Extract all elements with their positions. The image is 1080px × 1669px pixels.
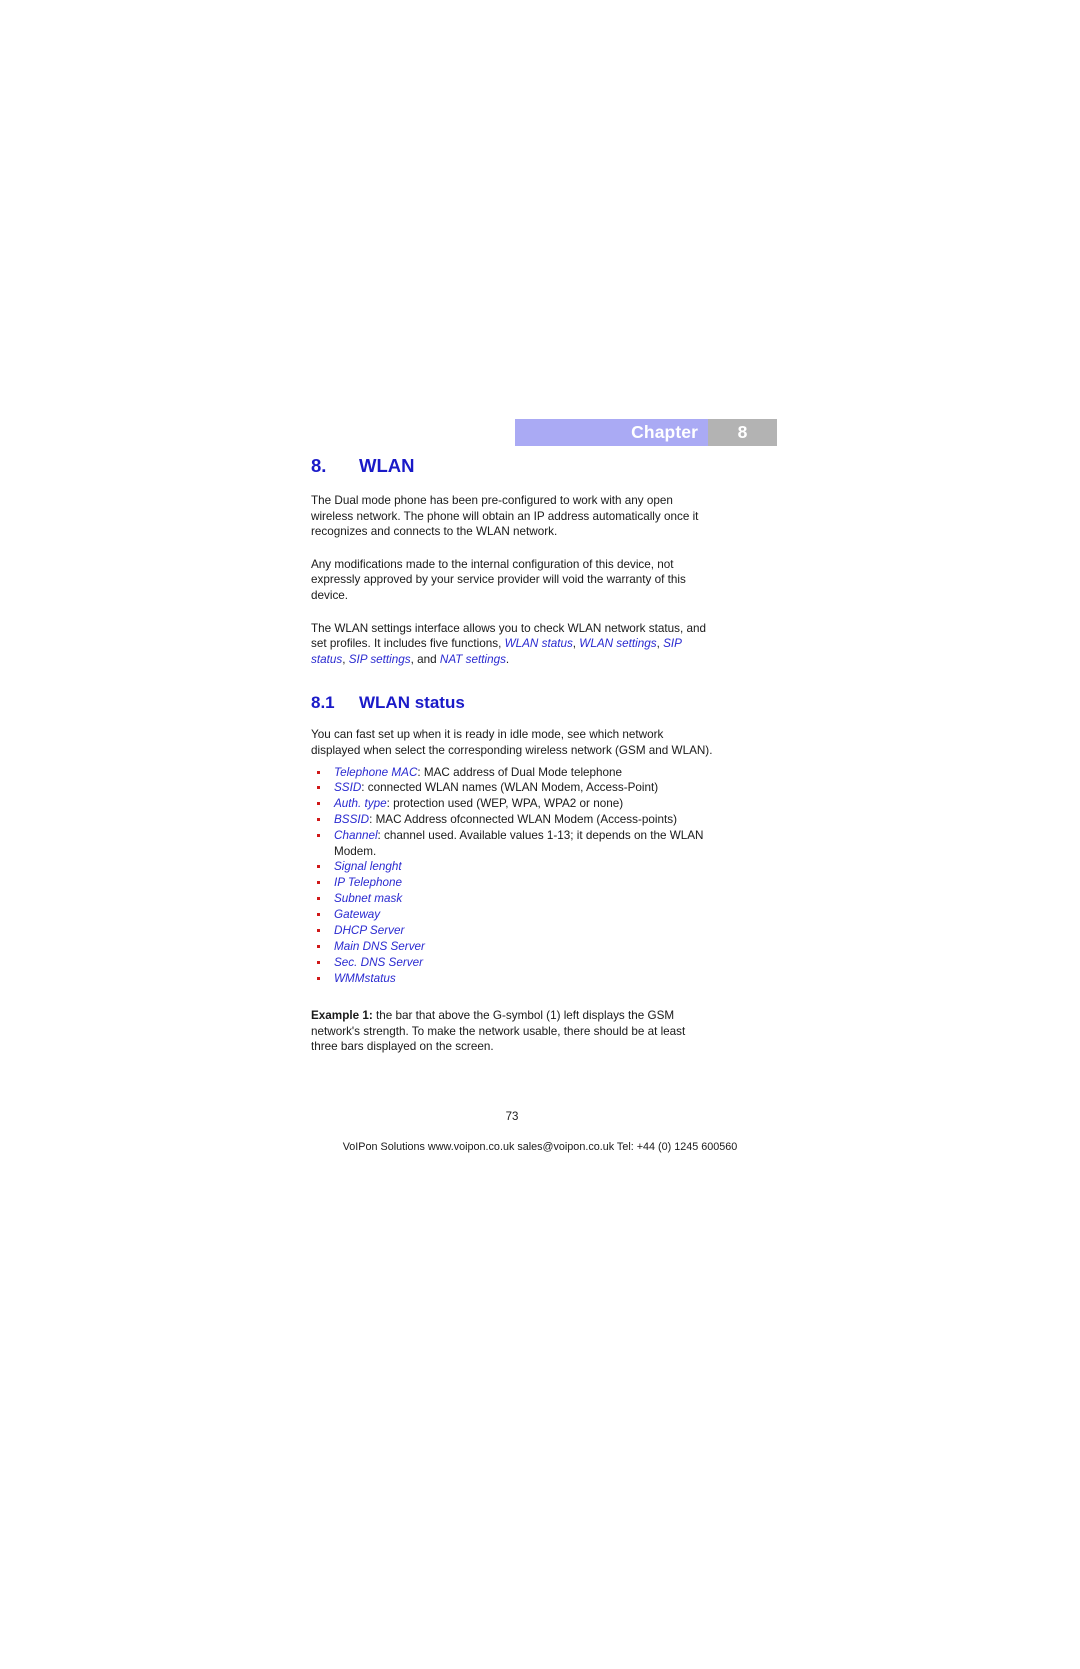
bullet-dot-icon — [317, 834, 320, 838]
list-item-term: WMMstatus — [334, 971, 396, 985]
example-lead: Example 1: — [311, 1009, 373, 1023]
list-item-description: : protection used (WEP, WPA, WPA2 or non… — [386, 797, 624, 811]
wlan-status-field-list: Telephone MAC: MAC address of Dual Mode … — [311, 765, 713, 987]
list-item: Auth. type: protection used (WEP, WPA, W… — [311, 796, 713, 811]
section-heading: 8. WLAN — [311, 455, 713, 477]
list-item: DHCP Server — [311, 923, 713, 938]
list-item-description: : MAC Address ofconnected WLAN Modem (Ac… — [369, 813, 677, 827]
paragraph-example: Example 1: the bar that above the G-symb… — [311, 1008, 713, 1055]
document-content: 8. WLAN The Dual mode phone has been pre… — [311, 455, 713, 1055]
function-wlan-status: WLAN status — [504, 637, 573, 651]
bullet-dot-icon — [317, 865, 320, 869]
list-item: Subnet mask — [311, 891, 713, 906]
paragraph-wlan-status-intro: You can fast set up when it is ready in … — [311, 728, 713, 757]
list-item: Telephone MAC: MAC address of Dual Mode … — [311, 765, 713, 780]
bullet-dot-icon — [317, 960, 320, 964]
bullet-dot-icon — [317, 913, 320, 917]
function-wlan-settings: WLAN settings — [579, 637, 657, 651]
paragraph-functions: The WLAN settings interface allows you t… — [311, 621, 713, 668]
subsection-heading: 8.1 WLAN status — [311, 693, 713, 713]
list-item-term: IP Telephone — [334, 876, 403, 890]
functions-end: . — [505, 652, 510, 666]
paragraph-warranty: Any modifications made to the internal c… — [311, 557, 686, 602]
chapter-number: 8 — [708, 419, 777, 446]
section-heading-number: 8. — [311, 455, 327, 476]
bullet-dot-icon — [317, 929, 320, 933]
section-heading-title: WLAN — [359, 455, 415, 476]
list-item-description: : MAC address of Dual Mode telephone — [417, 765, 623, 779]
list-item-term: Main DNS Server — [334, 940, 425, 953]
paragraph-intro: The Dual mode phone has been pre-configu… — [311, 494, 699, 539]
list-item-description: : connected WLAN names (WLAN Modem, Acce… — [361, 781, 659, 795]
list-item-term: DHCP Server — [334, 924, 405, 938]
list-item: Channel: channel used. Available values … — [311, 828, 713, 859]
bullet-dot-icon — [317, 881, 320, 885]
subsection-heading-title: WLAN status — [359, 693, 465, 713]
list-item: Main DNS Server — [311, 939, 713, 954]
list-item-description: : channel used. Available values 1-13; i… — [334, 829, 704, 858]
list-item: BSSID: MAC Address ofconnected WLAN Mode… — [311, 812, 713, 827]
list-item-term: Signal lenght — [334, 860, 402, 874]
bullet-dot-icon — [317, 976, 320, 980]
list-item: Sec. DNS Server — [311, 955, 713, 970]
list-item-term: Sec. DNS Server — [334, 955, 423, 969]
functions-sep-4: , and — [410, 652, 440, 666]
list-item-term: BSSID — [334, 813, 370, 827]
list-item-term: Auth. type — [334, 797, 387, 811]
bullet-dot-icon — [317, 897, 320, 901]
list-item-term: Subnet mask — [334, 892, 403, 906]
chapter-label: Chapter — [515, 419, 708, 446]
bullet-dot-icon — [317, 802, 320, 806]
bullet-dot-icon — [317, 945, 320, 948]
list-item-term: Gateway — [334, 908, 381, 922]
function-nat-settings: NAT settings — [439, 652, 506, 666]
bullet-dot-icon — [317, 818, 320, 822]
list-item-term: Channel — [334, 829, 378, 843]
function-sip-settings: SIP settings — [348, 652, 411, 666]
list-item: WMMstatus — [311, 971, 713, 986]
list-item: Signal lenght — [311, 859, 713, 874]
list-item-term: SSID — [334, 781, 362, 795]
bullet-dot-icon — [317, 770, 320, 774]
page-number: 73 — [505, 1111, 519, 1123]
subsection-heading-number: 8.1 — [311, 693, 335, 713]
bullet-dot-icon — [317, 786, 320, 790]
document-page: Chapter 8 8. WLAN The Dual mode phone ha… — [0, 0, 1080, 1669]
list-item: SSID: connected WLAN names (WLAN Modem, … — [311, 780, 713, 795]
list-item-term: Telephone MAC — [334, 765, 418, 779]
chapter-header-bar: Chapter 8 — [515, 419, 777, 446]
list-item: IP Telephone — [311, 875, 713, 890]
list-item: Gateway — [311, 907, 713, 922]
page-footer: VoIPon Solutions www.voipon.co.uk sales@… — [342, 1141, 738, 1153]
